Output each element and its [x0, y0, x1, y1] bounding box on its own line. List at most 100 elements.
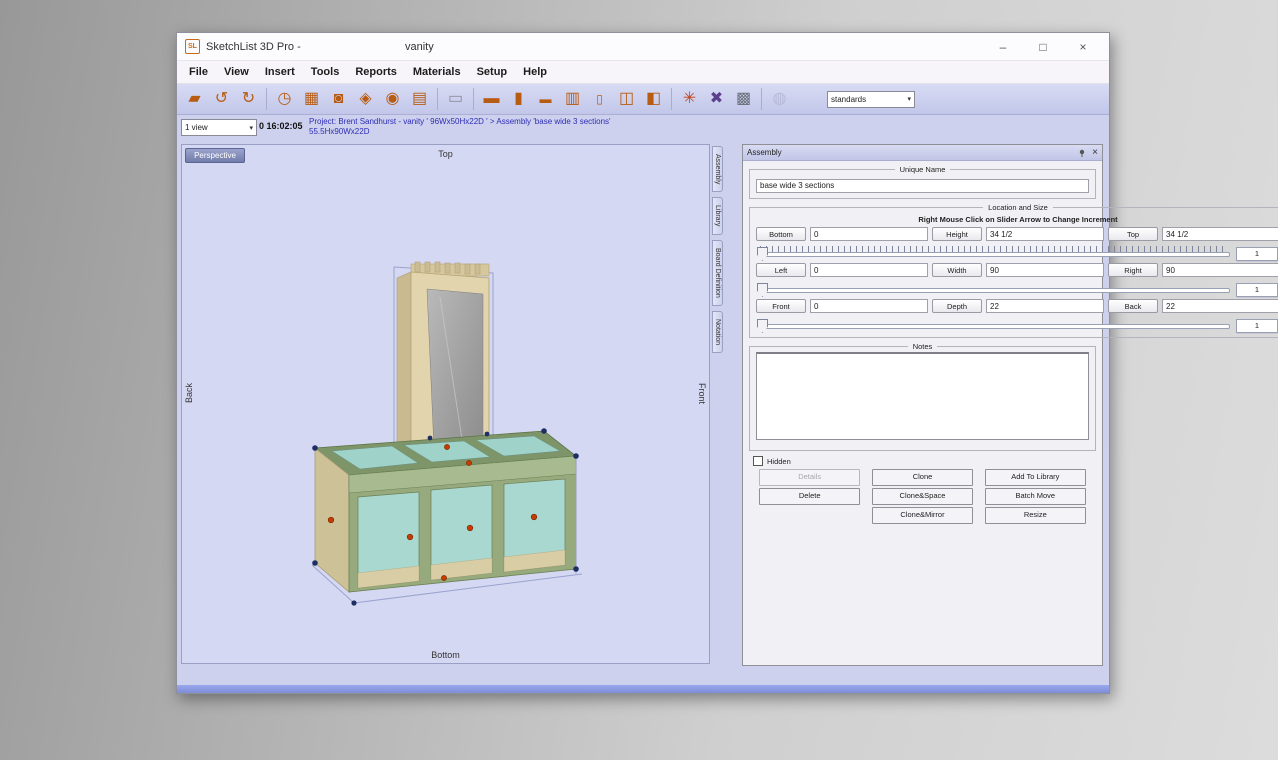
side-tab-strip: Assembly Library Board Definition Notati…: [712, 146, 729, 358]
tab-library[interactable]: Library: [712, 197, 723, 234]
double-door-icon[interactable]: ◫: [613, 87, 640, 111]
move-arrows-icon[interactable]: ◈: [352, 87, 379, 111]
viewport-label-bottom: Bottom: [182, 650, 709, 660]
viewport-label-front: Front: [697, 383, 707, 404]
delete-orange-icon[interactable]: ✳: [676, 87, 703, 111]
location-size-group: Location and Size Right Mouse Click on S…: [749, 203, 1278, 338]
slider-thumb[interactable]: [757, 283, 768, 297]
clone-button[interactable]: Clone: [872, 469, 973, 486]
vertical-increment-box[interactable]: 1: [1236, 247, 1278, 261]
board-outline-icon[interactable]: ▭: [442, 87, 469, 111]
app-window: SL SketchList 3D Pro - vanity – □ × File…: [176, 32, 1110, 694]
pin-icon[interactable]: [1078, 149, 1086, 157]
batch-move-button[interactable]: Batch Move: [985, 488, 1086, 505]
horizontal-slider[interactable]: 1: [756, 279, 1278, 296]
delete-button[interactable]: Delete: [759, 488, 860, 505]
left-button[interactable]: Left: [756, 263, 806, 277]
close-button[interactable]: ×: [1063, 36, 1103, 58]
labeled-board-icon[interactable]: ▥: [559, 87, 586, 111]
depth-slider[interactable]: 1: [756, 315, 1278, 332]
unique-name-input[interactable]: [756, 179, 1089, 193]
top-button[interactable]: Top: [1108, 227, 1158, 241]
vanity-model[interactable]: [182, 145, 709, 663]
resize-button[interactable]: Resize: [985, 507, 1086, 524]
project-breadcrumb-line1: Project: Brent Sandhurst - vanity ' 96Wx…: [309, 117, 739, 127]
wide-board-icon[interactable]: ▬: [478, 87, 505, 111]
timer-icon[interactable]: ◷: [271, 87, 298, 111]
drawer-icon[interactable]: ◧: [640, 87, 667, 111]
tab-notation[interactable]: Notation: [712, 311, 723, 353]
menu-reports[interactable]: Reports: [347, 64, 405, 80]
menu-insert[interactable]: Insert: [257, 64, 303, 80]
bottom-input[interactable]: [810, 227, 928, 241]
standards-dropdown[interactable]: standards ▾: [827, 91, 915, 108]
pattern-icon[interactable]: ▩: [730, 87, 757, 111]
details-button[interactable]: Details: [759, 469, 860, 486]
width-input[interactable]: [986, 263, 1104, 277]
assembly-panel: Assembly × Unique Name Location and Size…: [742, 144, 1103, 666]
right-input[interactable]: [1162, 263, 1278, 277]
notes-textarea[interactable]: [756, 352, 1089, 440]
depth-button[interactable]: Depth: [932, 299, 982, 313]
thin-board-icon[interactable]: ▬: [532, 87, 559, 111]
slider-thumb[interactable]: [757, 247, 768, 261]
chevron-down-icon: ▾: [907, 95, 911, 103]
horizontal-increment-box[interactable]: 1: [1236, 283, 1278, 297]
menu-help[interactable]: Help: [515, 64, 555, 80]
window-bottom-edge: [177, 685, 1109, 693]
slider-track[interactable]: [758, 288, 1230, 293]
bottom-button[interactable]: Bottom: [756, 227, 806, 241]
right-button[interactable]: Right: [1108, 263, 1158, 277]
assembly-panel-header: Assembly ×: [743, 145, 1102, 161]
render-icon[interactable]: ◉: [379, 87, 406, 111]
slider-track[interactable]: [758, 324, 1230, 329]
minimize-button[interactable]: –: [983, 36, 1023, 58]
menu-tools[interactable]: Tools: [303, 64, 348, 80]
depth-input[interactable]: [986, 299, 1104, 313]
slider-thumb[interactable]: [757, 319, 768, 333]
height-input[interactable]: [986, 227, 1104, 241]
menu-file[interactable]: File: [181, 64, 216, 80]
front-button[interactable]: Front: [756, 299, 806, 313]
depth-increment-box[interactable]: 1: [1236, 319, 1278, 333]
camera-icon[interactable]: ◙: [325, 87, 352, 111]
clone-mirror-button[interactable]: Clone&Mirror: [872, 507, 973, 524]
viewport-3d[interactable]: Perspective Top Bottom Back Front: [181, 144, 710, 664]
project-breadcrumb-line2: 55.5Hx90Wx22D: [309, 127, 739, 137]
layout-grid-icon[interactable]: ▦: [298, 87, 325, 111]
hidden-row: Hidden: [753, 456, 1102, 466]
vertical-board-icon[interactable]: ▮: [505, 87, 532, 111]
clone-space-button[interactable]: Clone&Space: [872, 488, 973, 505]
slider-track[interactable]: [758, 252, 1230, 257]
slider-instruction: Right Mouse Click on Slider Arrow to Cha…: [756, 215, 1278, 224]
top-input[interactable]: [1162, 227, 1278, 241]
width-button[interactable]: Width: [932, 263, 982, 277]
chevron-down-icon: ▾: [249, 124, 253, 132]
panel-close-icon[interactable]: ×: [1092, 148, 1098, 158]
toolbar-separator: [266, 88, 267, 110]
menu-setup[interactable]: Setup: [469, 64, 516, 80]
menu-materials[interactable]: Materials: [405, 64, 469, 80]
back-button[interactable]: Back: [1108, 299, 1158, 313]
panel-stack-icon[interactable]: ▤: [406, 87, 433, 111]
leg-icon[interactable]: ▯: [586, 87, 613, 111]
tab-assembly[interactable]: Assembly: [712, 146, 723, 192]
vertical-slider[interactable]: 1: [756, 243, 1278, 260]
delete-purple-icon[interactable]: ✖: [703, 87, 730, 111]
toolbar-separator: [473, 88, 474, 110]
menu-view[interactable]: View: [216, 64, 257, 80]
tab-board-definition[interactable]: Board Definition: [712, 240, 723, 306]
back-input[interactable]: [1162, 299, 1278, 313]
add-to-library-button[interactable]: Add To Library: [985, 469, 1086, 486]
left-input[interactable]: [810, 263, 928, 277]
redo-icon[interactable]: ↻: [235, 87, 262, 111]
unique-name-group: Unique Name: [749, 165, 1096, 199]
hidden-checkbox[interactable]: [753, 456, 763, 466]
maximize-button[interactable]: □: [1023, 36, 1063, 58]
undo-icon[interactable]: ↺: [208, 87, 235, 111]
view-select[interactable]: 1 view ▾: [181, 119, 257, 136]
height-button[interactable]: Height: [932, 227, 982, 241]
front-input[interactable]: [810, 299, 928, 313]
new-board-icon[interactable]: ▰: [181, 87, 208, 111]
project-breadcrumb: Project: Brent Sandhurst - vanity ' 96Wx…: [309, 117, 739, 137]
